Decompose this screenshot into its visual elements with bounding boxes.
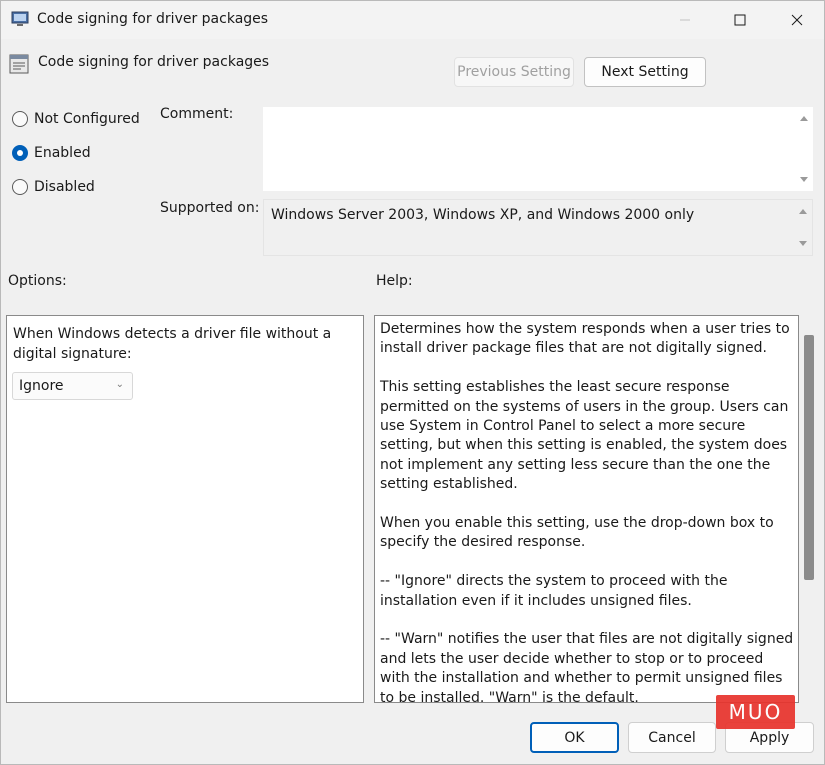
response-dropdown[interactable]: Ignore ⌄ bbox=[12, 372, 133, 400]
scroll-up-icon[interactable] bbox=[800, 116, 808, 121]
comment-scrollbar[interactable] bbox=[799, 107, 809, 191]
radio-label: Enabled bbox=[34, 145, 91, 161]
maximize-button[interactable] bbox=[711, 1, 768, 39]
dialog-window: Code signing for driver packages Code si… bbox=[0, 0, 825, 765]
setting-icon bbox=[9, 54, 29, 74]
policy-icon bbox=[11, 11, 29, 26]
radio-label: Not Configured bbox=[34, 111, 140, 127]
help-text: Determines how the system responds when … bbox=[380, 320, 796, 703]
scroll-thumb[interactable] bbox=[804, 335, 814, 580]
maximize-icon bbox=[734, 14, 745, 26]
chevron-down-icon: ⌄ bbox=[115, 379, 124, 390]
cancel-button[interactable]: Cancel bbox=[628, 722, 716, 753]
minimize-button[interactable] bbox=[656, 1, 713, 39]
window-title: Code signing for driver packages bbox=[37, 11, 269, 27]
help-paragraph: -- "Ignore" directs the system to procee… bbox=[380, 573, 728, 609]
scroll-up-icon[interactable] bbox=[799, 209, 807, 214]
help-paragraph: Determines how the system responds when … bbox=[380, 321, 790, 357]
supported-on-field: Windows Server 2003, Windows XP, and Win… bbox=[263, 199, 813, 256]
options-label: Options: bbox=[8, 273, 67, 289]
help-scrollbar[interactable] bbox=[802, 315, 816, 703]
scroll-down-icon[interactable] bbox=[800, 177, 808, 182]
scroll-down-icon[interactable] bbox=[799, 241, 807, 246]
next-setting-button[interactable]: Next Setting bbox=[584, 57, 706, 87]
supported-on-label: Supported on: bbox=[160, 200, 260, 216]
comment-textarea[interactable] bbox=[263, 107, 813, 191]
radio-button[interactable] bbox=[12, 111, 28, 127]
radio-enabled[interactable]: Enabled bbox=[12, 145, 91, 161]
close-button[interactable] bbox=[768, 1, 825, 39]
radio-label: Disabled bbox=[34, 179, 95, 195]
help-paragraph: -- "Warn" notifies the user that files a… bbox=[380, 631, 794, 703]
muo-watermark-logo: MUO bbox=[716, 695, 795, 729]
options-panel: When Windows detects a driver file witho… bbox=[6, 315, 364, 703]
ok-button[interactable]: OK bbox=[530, 722, 619, 753]
supported-on-value: Windows Server 2003, Windows XP, and Win… bbox=[271, 207, 695, 223]
radio-button-selected[interactable] bbox=[12, 145, 28, 161]
previous-setting-button[interactable]: Previous Setting bbox=[454, 57, 574, 87]
help-panel: Determines how the system responds when … bbox=[374, 315, 799, 703]
help-paragraph: When you enable this setting, use the dr… bbox=[380, 515, 774, 551]
radio-not-configured[interactable]: Not Configured bbox=[12, 111, 140, 127]
options-prompt: When Windows detects a driver file witho… bbox=[13, 326, 332, 362]
help-paragraph: This setting establishes the least secur… bbox=[380, 379, 789, 493]
setting-title: Code signing for driver packages bbox=[38, 54, 270, 70]
supported-scrollbar[interactable] bbox=[798, 200, 808, 255]
close-icon bbox=[791, 14, 802, 26]
help-label: Help: bbox=[376, 273, 413, 289]
minimize-icon bbox=[679, 19, 690, 21]
title-bar[interactable]: Code signing for driver packages bbox=[1, 1, 824, 39]
comment-label: Comment: bbox=[160, 106, 234, 122]
dropdown-value: Ignore bbox=[19, 378, 64, 394]
radio-button[interactable] bbox=[12, 179, 28, 195]
radio-disabled[interactable]: Disabled bbox=[12, 179, 95, 195]
